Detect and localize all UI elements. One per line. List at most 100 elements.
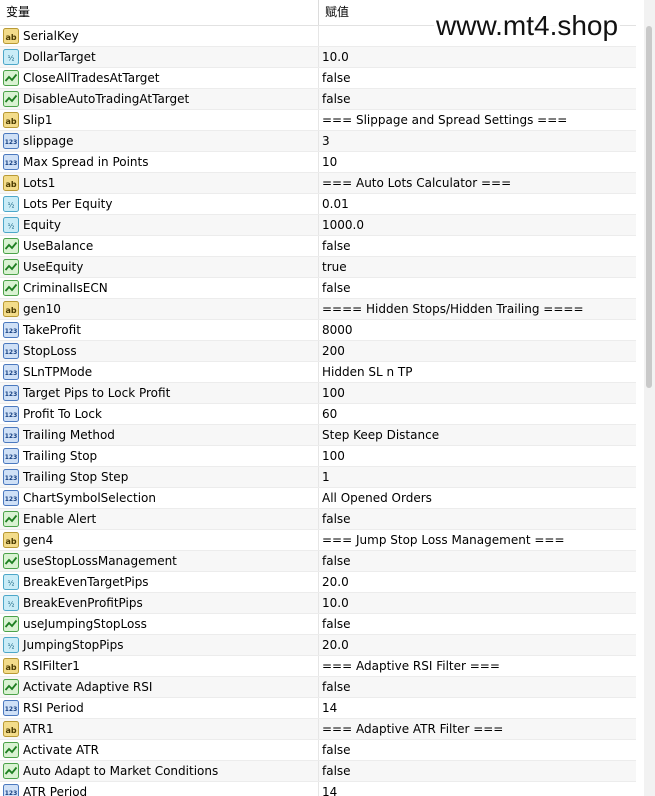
parameter-row[interactable]: Auto Adapt to Market Conditions false: [0, 761, 636, 782]
parameter-value-cell[interactable]: 100: [322, 383, 634, 403]
parameter-row[interactable]: 123 slippage 3: [0, 131, 636, 152]
parameter-name-cell[interactable]: 123 Target Pips to Lock Profit: [0, 383, 319, 403]
scrollbar-thumb[interactable]: [646, 26, 652, 388]
parameter-row[interactable]: ab Slip1 === Slippage and Spread Settings …: [0, 110, 636, 131]
parameter-value-cell[interactable]: 10.0: [322, 47, 634, 67]
parameter-row[interactable]: ab gen4 === Jump Stop Loss Management ===: [0, 530, 636, 551]
parameter-value-cell[interactable]: false: [322, 614, 634, 634]
parameter-value-cell[interactable]: 0.01: [322, 194, 634, 214]
parameter-name-cell[interactable]: ½ JumpingStopPips: [0, 635, 319, 655]
parameter-name-cell[interactable]: 123 ChartSymbolSelection: [0, 488, 319, 508]
vertical-scrollbar[interactable]: [644, 0, 655, 796]
parameter-value-cell[interactable]: false: [322, 677, 634, 697]
parameter-row[interactable]: UseEquity true: [0, 257, 636, 278]
parameter-value-cell[interactable]: 1000.0: [322, 215, 634, 235]
parameter-row[interactable]: useStopLossManagement false: [0, 551, 636, 572]
parameter-name-cell[interactable]: ab SerialKey: [0, 26, 319, 46]
parameter-name-cell[interactable]: ab RSIFilter1: [0, 656, 319, 676]
parameter-row[interactable]: ½ DollarTarget 10.0: [0, 47, 636, 68]
parameter-row[interactable]: 123 ChartSymbolSelection All Opened Orders: [0, 488, 636, 509]
parameter-name-cell[interactable]: 123 slippage: [0, 131, 319, 151]
parameter-name-cell[interactable]: UseBalance: [0, 236, 319, 256]
parameter-name-cell[interactable]: ½ BreakEvenTargetPips: [0, 572, 319, 592]
parameter-row[interactable]: 123 SLnTPMode Hidden SL n TP: [0, 362, 636, 383]
parameter-row[interactable]: 123 Profit To Lock 60: [0, 404, 636, 425]
parameter-row[interactable]: Activate Adaptive RSI false: [0, 677, 636, 698]
parameter-row[interactable]: useJumpingStopLoss false: [0, 614, 636, 635]
parameter-row[interactable]: DisableAutoTradingAtTarget false: [0, 89, 636, 110]
parameter-row[interactable]: 123 TakeProfit 8000: [0, 320, 636, 341]
parameter-row[interactable]: ab gen10 ==== Hidden Stops/Hidden Trailing…: [0, 299, 636, 320]
parameter-row[interactable]: CloseAllTradesAtTarget false: [0, 68, 636, 89]
parameter-name-cell[interactable]: 123 StopLoss: [0, 341, 319, 361]
parameter-name-cell[interactable]: useJumpingStopLoss: [0, 614, 319, 634]
parameter-value-cell[interactable]: false: [322, 740, 634, 760]
column-header-variable[interactable]: 变量: [0, 0, 319, 25]
parameter-name-cell[interactable]: CriminalIsECN: [0, 278, 319, 298]
parameter-name-cell[interactable]: 123 Profit To Lock: [0, 404, 319, 424]
parameter-value-cell[interactable]: false: [322, 761, 634, 781]
parameter-value-cell[interactable]: 100: [322, 446, 634, 466]
parameter-value-cell[interactable]: 200: [322, 341, 634, 361]
parameter-row[interactable]: ab RSIFilter1 === Adaptive RSI Filter ===: [0, 656, 636, 677]
parameter-row[interactable]: ab Lots1 === Auto Lots Calculator ===: [0, 173, 636, 194]
parameter-name-cell[interactable]: 123 RSI Period: [0, 698, 319, 718]
parameter-name-cell[interactable]: 123 Max Spread in Points: [0, 152, 319, 172]
parameter-row[interactable]: UseBalance false: [0, 236, 636, 257]
parameter-name-cell[interactable]: ab gen4: [0, 530, 319, 550]
parameter-value-cell[interactable]: false: [322, 509, 634, 529]
parameter-name-cell[interactable]: useStopLossManagement: [0, 551, 319, 571]
parameter-value-cell[interactable]: === Jump Stop Loss Management ===: [322, 530, 634, 550]
parameter-name-cell[interactable]: Activate ATR: [0, 740, 319, 760]
parameter-value-cell[interactable]: 10.0: [322, 593, 634, 613]
parameter-name-cell[interactable]: ½ Lots Per Equity: [0, 194, 319, 214]
parameter-name-cell[interactable]: Auto Adapt to Market Conditions: [0, 761, 319, 781]
parameter-value-cell[interactable]: Hidden SL n TP: [322, 362, 634, 382]
parameter-value-cell[interactable]: 8000: [322, 320, 634, 340]
parameter-name-cell[interactable]: CloseAllTradesAtTarget: [0, 68, 319, 88]
parameter-row[interactable]: 123 Trailing Method Step Keep Distance: [0, 425, 636, 446]
parameter-value-cell[interactable]: === Slippage and Spread Settings ===: [322, 110, 634, 130]
parameter-row[interactable]: ½ Lots Per Equity 0.01: [0, 194, 636, 215]
parameter-row[interactable]: CriminalIsECN false: [0, 278, 636, 299]
parameter-value-cell[interactable]: false: [322, 89, 634, 109]
parameter-value-cell[interactable]: false: [322, 68, 634, 88]
parameter-name-cell[interactable]: Enable Alert: [0, 509, 319, 529]
parameter-row[interactable]: ½ BreakEvenTargetPips 20.0: [0, 572, 636, 593]
parameter-row[interactable]: Activate ATR false: [0, 740, 636, 761]
parameter-row[interactable]: ½ Equity 1000.0: [0, 215, 636, 236]
parameter-row[interactable]: ab ATR1 === Adaptive ATR Filter ===: [0, 719, 636, 740]
parameter-name-cell[interactable]: ab ATR1: [0, 719, 319, 739]
parameter-value-cell[interactable]: 60: [322, 404, 634, 424]
parameter-value-cell[interactable]: Step Keep Distance: [322, 425, 634, 445]
parameter-value-cell[interactable]: === Auto Lots Calculator ===: [322, 173, 634, 193]
parameter-name-cell[interactable]: ½ DollarTarget: [0, 47, 319, 67]
parameter-name-cell[interactable]: ½ BreakEvenProfitPips: [0, 593, 319, 613]
parameter-value-cell[interactable]: 14: [322, 782, 634, 796]
parameter-row[interactable]: 123 RSI Period 14: [0, 698, 636, 719]
parameter-value-cell[interactable]: ==== Hidden Stops/Hidden Trailing ====: [322, 299, 634, 319]
parameter-value-cell[interactable]: 10: [322, 152, 634, 172]
parameter-name-cell[interactable]: ½ Equity: [0, 215, 319, 235]
parameter-name-cell[interactable]: UseEquity: [0, 257, 319, 277]
parameter-value-cell[interactable]: 1: [322, 467, 634, 487]
parameter-value-cell[interactable]: === Adaptive RSI Filter ===: [322, 656, 634, 676]
parameter-value-cell[interactable]: === Adaptive ATR Filter ===: [322, 719, 634, 739]
parameter-row[interactable]: ½ JumpingStopPips 20.0: [0, 635, 636, 656]
parameter-name-cell[interactable]: ab gen10: [0, 299, 319, 319]
parameter-row[interactable]: 123 Max Spread in Points 10: [0, 152, 636, 173]
parameter-name-cell[interactable]: 123 ATR Period: [0, 782, 319, 796]
parameter-row[interactable]: 123 Trailing Stop Step 1: [0, 467, 636, 488]
parameter-value-cell[interactable]: 3: [322, 131, 634, 151]
parameter-value-cell[interactable]: true: [322, 257, 634, 277]
parameter-row[interactable]: 123 Trailing Stop 100: [0, 446, 636, 467]
parameter-name-cell[interactable]: Activate Adaptive RSI: [0, 677, 319, 697]
parameter-value-cell[interactable]: 20.0: [322, 572, 634, 592]
parameter-name-cell[interactable]: 123 Trailing Stop Step: [0, 467, 319, 487]
parameter-name-cell[interactable]: ab Lots1: [0, 173, 319, 193]
parameter-name-cell[interactable]: DisableAutoTradingAtTarget: [0, 89, 319, 109]
parameter-name-cell[interactable]: 123 SLnTPMode: [0, 362, 319, 382]
parameter-value-cell[interactable]: false: [322, 551, 634, 571]
parameter-row[interactable]: Enable Alert false: [0, 509, 636, 530]
parameter-row[interactable]: 123 Target Pips to Lock Profit 100: [0, 383, 636, 404]
